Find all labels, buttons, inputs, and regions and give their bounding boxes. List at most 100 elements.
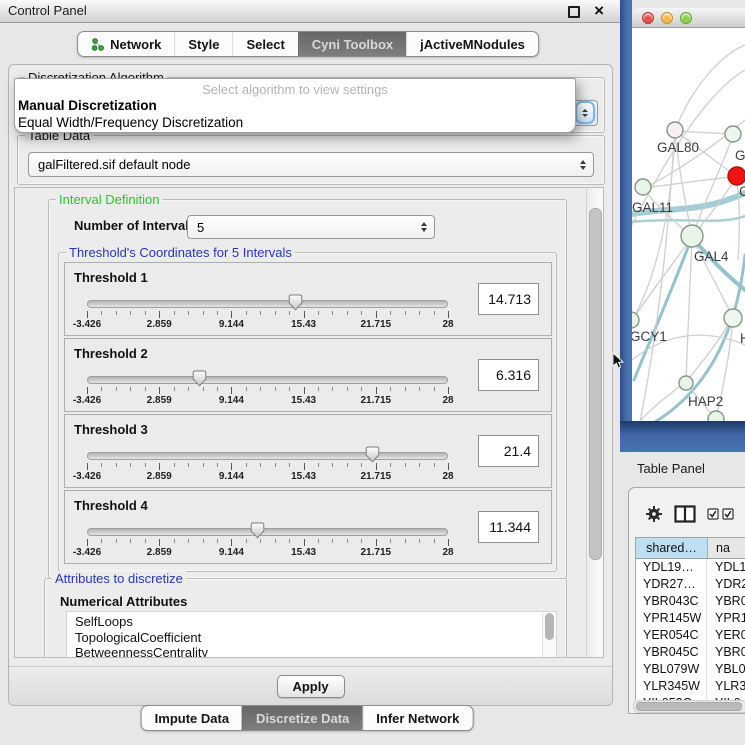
algorithm-option-equal-width[interactable]: Equal Width/Frequency Discretization (15, 115, 575, 132)
table-row[interactable]: YBR043CYBR0 (636, 593, 745, 610)
threshold-panel: Threshold 3-3.4262.8599.14415.4321.71528… (64, 414, 552, 488)
table-data-selected-value: galFiltered.sif default node (29, 157, 580, 172)
cell-name[interactable]: YDL1 (707, 559, 745, 576)
cell-shared-name[interactable]: YDR27… (636, 576, 707, 593)
close-light[interactable] (642, 12, 654, 24)
spinner-up-icon (582, 109, 588, 112)
scrollbar-thumb[interactable] (545, 613, 554, 640)
node-table[interactable]: shared… na YDL19…YDL1YDR27…YDR2YBR043CYB… (635, 537, 745, 700)
attribute-list-item[interactable]: SelfLoops (75, 614, 556, 630)
algorithm-select-button[interactable] (577, 103, 593, 122)
checkbox-icon[interactable] (722, 508, 734, 520)
network-node[interactable] (725, 126, 741, 142)
threshold-value-input[interactable]: 11.344 (478, 511, 539, 543)
table-row[interactable]: YBL079WYBL0 (636, 661, 745, 678)
tab-jactivemnodules[interactable]: jActiveMNodules (406, 32, 538, 56)
slider-handle[interactable] (288, 294, 303, 311)
cell-shared-name[interactable]: YLR345W (636, 678, 707, 695)
cell-name[interactable]: YBR0 (707, 593, 745, 610)
apply-button[interactable]: Apply (277, 675, 345, 698)
cell-shared-name[interactable]: YBL079W (636, 661, 707, 678)
threshold-value-input[interactable]: 6.316 (478, 359, 539, 391)
tab-infer-network[interactable]: Infer Network (362, 706, 472, 730)
slider-ticks (87, 463, 448, 470)
slider-track[interactable] (87, 528, 448, 536)
table-row[interactable]: YPR145WYPR1 (636, 610, 745, 627)
network-node[interactable] (679, 376, 693, 390)
gear-icon[interactable] (645, 505, 663, 523)
tab-cyni-toolbox[interactable]: Cyni Toolbox (298, 32, 406, 56)
table-row[interactable]: YDR27…YDR2 (636, 576, 745, 593)
network-canvas[interactable]: GAL80GACGAL11GAL4GCY1HHAP2 (632, 28, 745, 421)
column-header-name[interactable]: na (708, 538, 745, 558)
attribute-list-item[interactable]: TopologicalCoefficient (75, 630, 556, 646)
checkbox-icon[interactable] (707, 508, 719, 520)
threshold-value-input[interactable]: 21.4 (478, 435, 539, 467)
scrollbar-thumb[interactable] (636, 702, 742, 711)
cell-shared-name[interactable]: YER054C (636, 627, 707, 644)
network-node[interactable] (681, 225, 703, 247)
cell-shared-name[interactable]: YBR043C (636, 593, 707, 610)
cell-name[interactable]: YBR0 (707, 644, 745, 661)
slider-track[interactable] (87, 452, 448, 460)
threshold-slider[interactable]: -3.4262.8599.14415.4321.71528 (87, 528, 448, 558)
cell-name[interactable]: YLR3 (707, 678, 745, 695)
algorithm-option-manual[interactable]: Manual Discretization (15, 98, 575, 115)
column-header-shared-name[interactable]: shared… (636, 538, 708, 558)
network-node[interactable] (724, 309, 742, 327)
mouse-cursor (612, 352, 625, 370)
cyni-toolbox-panel: Discretization Algorithm Table Data galF… (8, 64, 613, 706)
network-node[interactable] (667, 122, 683, 138)
tab-style[interactable]: Style (174, 32, 232, 56)
algorithm-dropdown-hint: Select algorithm to view settings (15, 82, 575, 98)
cell-name[interactable]: YDR2 (707, 576, 745, 593)
cell-name[interactable]: YBL0 (707, 661, 745, 678)
slider-tick-labels: -3.4262.8599.14415.4321.71528 (87, 547, 448, 558)
network-node[interactable] (632, 312, 639, 328)
network-window-bottom-border (620, 421, 745, 452)
tab-impute-data[interactable]: Impute Data (142, 706, 242, 730)
table-row[interactable]: YBR045CYBR0 (636, 644, 745, 661)
network-node[interactable] (728, 167, 745, 185)
slider-handle[interactable] (192, 370, 207, 387)
threshold-value-input[interactable]: 14.713 (478, 283, 539, 315)
table-data-select[interactable]: galFiltered.sif default node (28, 152, 594, 177)
table-row[interactable]: YER054CYER0 (636, 627, 745, 644)
table-data-group: Table Data galFiltered.sif default node (17, 135, 605, 185)
threshold-slider[interactable]: -3.4262.8599.14415.4321.71528 (87, 300, 448, 330)
cell-shared-name[interactable]: YPR145W (636, 610, 707, 627)
slider-ticks (87, 387, 448, 394)
close-icon[interactable]: × (594, 0, 604, 22)
threshold-slider[interactable]: -3.4262.8599.14415.4321.71528 (87, 452, 448, 482)
attribute-list-item[interactable]: BetweennessCentrality (75, 645, 556, 658)
cell-name[interactable]: YPR1 (707, 610, 745, 627)
attributes-scrollbar[interactable] (542, 612, 556, 657)
zoom-light[interactable] (680, 12, 692, 24)
tab-network[interactable]: Network (78, 32, 174, 56)
threshold-panel: Threshold 4-3.4262.8599.14415.4321.71528… (64, 490, 552, 564)
cell-shared-name[interactable]: YBR045C (636, 644, 707, 661)
network-node[interactable] (635, 179, 651, 195)
threshold-slider[interactable]: -3.4262.8599.14415.4321.71528 (87, 376, 448, 406)
cell-name[interactable]: YER0 (707, 627, 745, 644)
slider-handle[interactable] (365, 446, 380, 463)
table-header-row: shared… na (636, 538, 745, 559)
threshold-label: Threshold 1 (74, 270, 148, 285)
table-horizontal-scrollbar[interactable] (633, 700, 745, 713)
split-view-icon[interactable] (674, 505, 696, 523)
tab-select[interactable]: Select (232, 32, 297, 56)
float-icon[interactable] (568, 6, 580, 18)
table-row[interactable]: YLR345WYLR3 (636, 678, 745, 695)
minimize-light[interactable] (661, 12, 673, 24)
cell-shared-name[interactable]: YDL19… (636, 559, 707, 576)
network-node[interactable] (708, 411, 724, 421)
tab-discretize-data[interactable]: Discretize Data (242, 706, 362, 730)
settings-scrollbar[interactable] (586, 188, 603, 657)
scrollbar-thumb[interactable] (589, 208, 602, 560)
number-of-intervals-select[interactable]: 5 (187, 215, 435, 239)
table-row[interactable]: YDL19…YDL1 (636, 559, 745, 576)
numerical-attributes-list[interactable]: SelfLoopsTopologicalCoefficientBetweenne… (66, 611, 557, 658)
slider-handle[interactable] (250, 522, 265, 539)
slider-track[interactable] (87, 300, 448, 308)
slider-track[interactable] (87, 376, 448, 384)
